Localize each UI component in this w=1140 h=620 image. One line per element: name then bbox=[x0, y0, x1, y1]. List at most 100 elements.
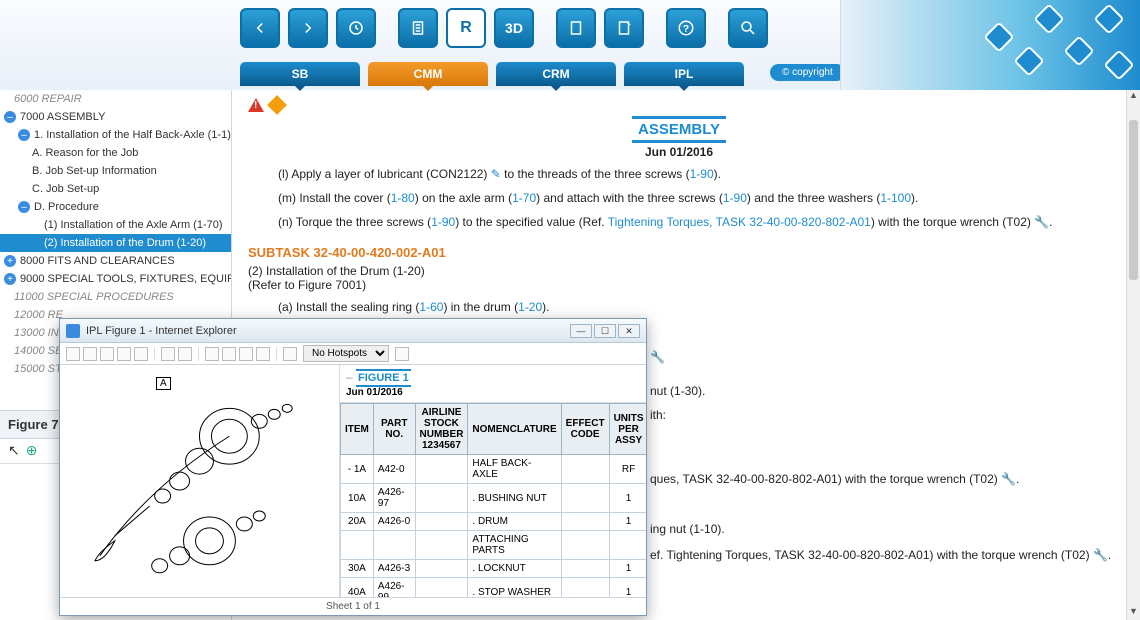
tree-reason[interactable]: A. Reason for the Job bbox=[0, 144, 231, 162]
ref-link[interactable]: 1-90 bbox=[690, 167, 714, 181]
scroll-thumb[interactable] bbox=[1129, 120, 1138, 280]
tab-ipl[interactable]: IPL bbox=[624, 62, 744, 86]
text: ). bbox=[542, 300, 549, 314]
ref-link[interactable]: 1-30 bbox=[674, 384, 698, 398]
scroll-down-icon[interactable]: ▼ bbox=[1127, 606, 1140, 620]
tab-cmm[interactable]: CMM bbox=[368, 62, 488, 86]
search-button[interactable] bbox=[728, 8, 768, 48]
tab-crm[interactable]: CRM bbox=[496, 62, 616, 86]
pencil-icon[interactable]: ✎ bbox=[491, 165, 501, 183]
subtask-title: (2) Installation of the Drum (1-20) bbox=[248, 264, 1110, 278]
task-link[interactable]: ques, TASK 32-40-00-820-802-A01 bbox=[650, 472, 838, 486]
col-units: UNITS PER ASSY bbox=[609, 404, 646, 455]
layout-2-icon[interactable] bbox=[222, 347, 236, 361]
tree-11000[interactable]: 11000 SPECIAL PROCEDURES bbox=[0, 288, 231, 306]
table-row[interactable]: 30AA426-3. LOCKNUT1 bbox=[341, 560, 647, 578]
exploded-view-drawing[interactable]: A bbox=[60, 365, 339, 597]
popup-status-bar: Sheet 1 of 1 bbox=[60, 597, 646, 615]
pointer-icon[interactable]: ↖ bbox=[8, 442, 20, 459]
figure-date: Jun 01/2016 bbox=[346, 387, 640, 398]
copyright-badge[interactable]: © copyright bbox=[770, 64, 845, 81]
table-cell bbox=[415, 455, 468, 484]
tree-9000[interactable]: +9000 SPECIAL TOOLS, FIXTURES, EQUIPMENT… bbox=[0, 270, 231, 288]
tree-install-drum[interactable]: (2) Installation of the Drum (1-20) bbox=[0, 234, 231, 252]
help-button[interactable]: ? bbox=[666, 8, 706, 48]
wrench-icon[interactable]: 🔧 bbox=[1093, 548, 1108, 562]
ref-link[interactable]: 1-10 bbox=[693, 522, 717, 536]
ref-link[interactable]: 1-80 bbox=[391, 191, 415, 205]
expand-icon[interactable]: + bbox=[4, 273, 16, 285]
table-row[interactable]: - 1AA42-0HALF BACK-AXLERF bbox=[341, 455, 647, 484]
tree-8000[interactable]: +8000 FITS AND CLEARANCES bbox=[0, 252, 231, 270]
ipl-figure-popup: IPL Figure 1 - Internet Explorer — ☐ ✕ N… bbox=[59, 318, 647, 616]
tree-label: 9000 SPECIAL TOOLS, FIXTURES, EQUIPMENT … bbox=[20, 273, 232, 285]
ref-link[interactable]: 1-100 bbox=[880, 191, 911, 205]
tree-install-axle-arm[interactable]: (1) Installation of the Axle Arm (1-70) bbox=[0, 216, 231, 234]
history-button[interactable] bbox=[336, 8, 376, 48]
collapse-icon[interactable]: – bbox=[18, 201, 30, 213]
three-d-button[interactable]: 3D bbox=[494, 8, 534, 48]
task-link[interactable]: Tightening Torques, TASK 32-40-00-820-80… bbox=[666, 548, 929, 562]
figure-link[interactable]: Figure 7001 bbox=[298, 278, 362, 292]
page-edit-button[interactable] bbox=[604, 8, 644, 48]
ref-link[interactable]: 1-90 bbox=[723, 191, 747, 205]
ref-link[interactable]: 1-90 bbox=[431, 215, 455, 229]
hand-icon[interactable] bbox=[83, 347, 97, 361]
table-row[interactable]: 20AA426-0. DRUM1 bbox=[341, 513, 647, 531]
table-cell bbox=[415, 484, 468, 513]
collapse-icon[interactable]: – bbox=[4, 111, 16, 123]
scroll-up-icon[interactable]: ▲ bbox=[1127, 90, 1140, 104]
svg-text:?: ? bbox=[683, 23, 689, 35]
caution-icon[interactable] bbox=[267, 95, 287, 115]
layout-1-icon[interactable] bbox=[205, 347, 219, 361]
parts-table-scroll[interactable]: ITEM PART NO. AIRLINE STOCK NUMBER 12345… bbox=[340, 403, 646, 597]
layout-4-icon[interactable] bbox=[256, 347, 270, 361]
close-button[interactable]: ✕ bbox=[618, 324, 640, 338]
table-cell: 1 bbox=[609, 578, 646, 598]
table-row[interactable]: ATTACHING PARTS bbox=[341, 531, 647, 560]
collapse-icon[interactable]: – bbox=[18, 129, 30, 141]
ref-link[interactable]: 1-70 bbox=[512, 191, 536, 205]
pointer-icon[interactable] bbox=[66, 347, 80, 361]
warning-icon[interactable] bbox=[248, 98, 264, 112]
tree-6000[interactable]: 6000 REPAIR bbox=[0, 90, 231, 108]
table-cell bbox=[609, 531, 646, 560]
tree-7000[interactable]: –7000 ASSEMBLY bbox=[0, 108, 231, 126]
tree-setup[interactable]: C. Job Set-up bbox=[0, 180, 231, 198]
ref-link[interactable]: 1-20 bbox=[518, 300, 542, 314]
ref-link[interactable]: 1-60 bbox=[419, 300, 443, 314]
tab-sb[interactable]: SB bbox=[240, 62, 360, 86]
table-cell: A426-99 bbox=[373, 578, 415, 598]
tree-install-half-back-axle[interactable]: –1. Installation of the Half Back-Axle (… bbox=[0, 126, 231, 144]
wrench-icon[interactable]: 🔧 bbox=[1034, 213, 1049, 231]
zero-icon[interactable] bbox=[283, 347, 297, 361]
text: to the threads of the three screws ( bbox=[501, 167, 690, 181]
maximize-button[interactable]: ☐ bbox=[594, 324, 616, 338]
zoom-in-icon[interactable] bbox=[100, 347, 114, 361]
hotspot-select[interactable]: No Hotspots bbox=[303, 345, 389, 362]
rotate-left-icon[interactable] bbox=[161, 347, 175, 361]
tree-procedure[interactable]: –D. Procedure bbox=[0, 198, 231, 216]
col-part: PART NO. bbox=[373, 404, 415, 455]
layout-3-icon[interactable] bbox=[239, 347, 253, 361]
print-icon[interactable] bbox=[395, 347, 409, 361]
wrench-icon[interactable]: 🔧 bbox=[650, 350, 665, 364]
wrench-icon[interactable]: 🔧 bbox=[1001, 472, 1016, 486]
table-row[interactable]: 40AA426-99. STOP WASHER1 bbox=[341, 578, 647, 598]
zoom-in-icon[interactable]: ⊕ bbox=[26, 442, 38, 459]
document-list-button[interactable] bbox=[398, 8, 438, 48]
nav-forward-button[interactable] bbox=[288, 8, 328, 48]
minimize-button[interactable]: — bbox=[570, 324, 592, 338]
task-link[interactable]: Tightening Torques, TASK 32-40-00-820-80… bbox=[608, 215, 871, 229]
content-scrollbar[interactable]: ▲ ▼ bbox=[1126, 90, 1140, 620]
zoom-out-icon[interactable] bbox=[117, 347, 131, 361]
nav-back-button[interactable] bbox=[240, 8, 280, 48]
fit-icon[interactable] bbox=[134, 347, 148, 361]
page-button[interactable] bbox=[556, 8, 596, 48]
tree-setup-info[interactable]: B. Job Set-up Information bbox=[0, 162, 231, 180]
expand-icon[interactable]: + bbox=[4, 255, 16, 267]
revision-button[interactable]: R bbox=[446, 8, 486, 48]
table-row[interactable]: 10AA426-97. BUSHING NUT1 bbox=[341, 484, 647, 513]
rotate-right-icon[interactable] bbox=[178, 347, 192, 361]
popup-titlebar[interactable]: IPL Figure 1 - Internet Explorer — ☐ ✕ bbox=[60, 319, 646, 343]
